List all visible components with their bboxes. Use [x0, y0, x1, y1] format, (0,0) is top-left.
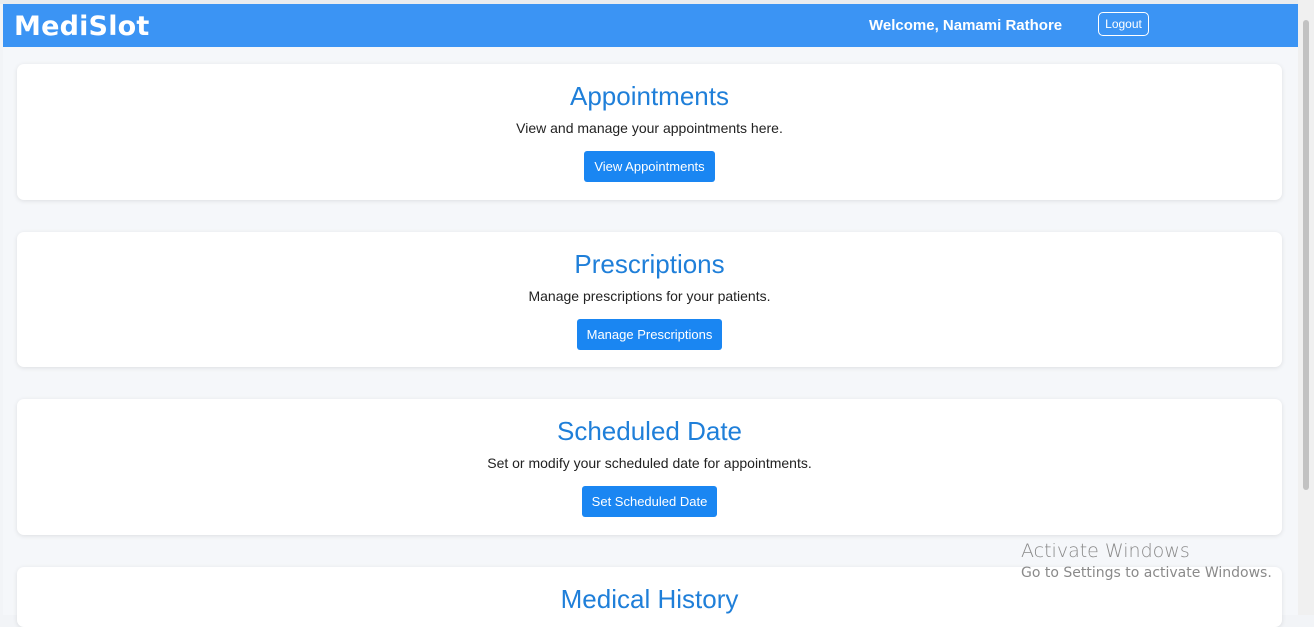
logout-button[interactable]: Logout [1098, 12, 1149, 36]
set-scheduled-date-button[interactable]: Set Scheduled Date [581, 486, 718, 517]
card-title: Appointments [570, 81, 729, 111]
watermark-subtitle: Go to Settings to activate Windows. [1021, 565, 1272, 581]
prescriptions-card: Prescriptions Manage prescriptions for y… [17, 232, 1282, 367]
card-title: Medical History [560, 584, 739, 614]
manage-prescriptions-button[interactable]: Manage Prescriptions [576, 319, 723, 350]
brand-logo[interactable]: MediSlot [14, 11, 150, 42]
card-description: View and manage your appointments here. [516, 120, 783, 136]
activate-windows-watermark: Activate Windows Go to Settings to activ… [1021, 540, 1272, 582]
view-appointments-button[interactable]: View Appointments [584, 151, 715, 182]
scheduled-date-card: Scheduled Date Set or modify your schedu… [17, 399, 1282, 535]
scrollbar-thumb[interactable] [1303, 20, 1309, 490]
card-description: Set or modify your scheduled date for ap… [487, 455, 812, 471]
card-title: Prescriptions [574, 249, 725, 279]
top-navbar: MediSlot Welcome, Namami Rathore Logout [3, 4, 1298, 47]
welcome-text: Welcome, Namami Rathore [869, 17, 1063, 34]
card-description: Manage prescriptions for your patients. [528, 288, 771, 304]
card-title: Scheduled Date [556, 416, 743, 446]
appointments-card: Appointments View and manage your appoin… [17, 64, 1282, 200]
watermark-title: Activate Windows [1021, 540, 1190, 562]
